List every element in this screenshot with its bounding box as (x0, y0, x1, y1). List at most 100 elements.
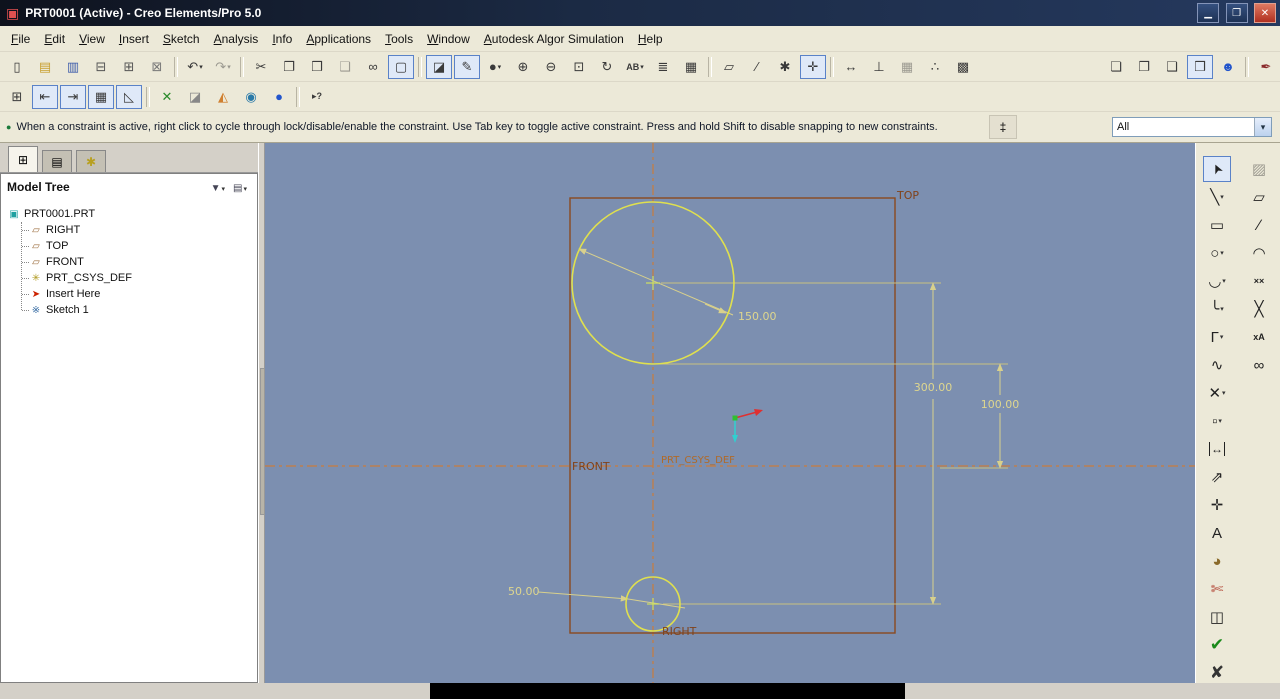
tree-settings-icon[interactable]: ▤▾ (229, 181, 251, 196)
disp-vertices-icon[interactable]: ∴ (922, 55, 948, 79)
snap-horizontal-icon[interactable]: ⇤ (32, 85, 58, 109)
flyout-arrow-icon[interactable]: ▾ (1220, 305, 1224, 313)
menu-edit[interactable]: Edit (37, 29, 72, 49)
flyout-arrow-icon[interactable]: ▾ (498, 63, 502, 71)
arc-tool-icon[interactable]: ◡▾ (1203, 268, 1231, 294)
window-cascade-icon[interactable]: ❏ (1103, 55, 1129, 79)
menu-help[interactable]: Help (631, 29, 670, 49)
mirror-tool-icon[interactable]: ◫ (1203, 604, 1231, 630)
constrain-tool-icon[interactable]: ✛ (1203, 492, 1231, 518)
favorites-tab[interactable]: ✱ (76, 150, 106, 172)
menu-analysis[interactable]: Analysis (207, 29, 266, 49)
dim-150-leader[interactable] (579, 249, 733, 315)
tree-item-front[interactable]: ▱FRONT (15, 254, 257, 270)
paste-icon[interactable]: ❒ (304, 55, 330, 79)
csys-origin-icon[interactable] (733, 416, 738, 421)
find-icon[interactable]: ∞ (360, 55, 386, 79)
text-tool-icon[interactable]: A (1203, 520, 1231, 546)
flyout-arrow-icon[interactable]: ▾ (640, 63, 644, 71)
message-log-icon[interactable]: ‡ (989, 115, 1017, 139)
eraser-icon[interactable]: ◪ (182, 85, 208, 109)
close-button[interactable]: ✕ (1254, 3, 1276, 23)
window-activate-icon[interactable]: ❒ (1187, 55, 1213, 79)
grid-settings-icon[interactable]: ▦ (88, 85, 114, 109)
select-box-icon[interactable]: ▢ (388, 55, 414, 79)
trim-tool-icon[interactable]: ✄ (1203, 576, 1231, 602)
view-manager-icon[interactable]: ▦ (678, 55, 704, 79)
flyout-arrow-icon[interactable]: ▾ (199, 63, 203, 71)
dim-50-value[interactable]: 50.00 (508, 585, 540, 598)
tree-item-prt-csys-def[interactable]: ✳PRT_CSYS_DEF (15, 270, 257, 286)
zoom-fit-icon[interactable]: ⊡ (566, 55, 592, 79)
select-tool-icon[interactable]: ➤ (1203, 156, 1231, 182)
flyout-arrow-icon[interactable]: ▾ (243, 185, 247, 193)
done-button-icon[interactable]: ✔ (1203, 632, 1231, 658)
flyout-arrow-icon[interactable]: ▾ (1220, 249, 1224, 257)
model-tree-toggle-icon[interactable]: ⊞ (4, 85, 30, 109)
shade-closed-loops-icon[interactable]: ▩ (950, 55, 976, 79)
context-help-icon[interactable]: ▸? (304, 85, 330, 109)
axis-point-tool-icon[interactable]: xA (1245, 324, 1273, 350)
grid-snap-icon[interactable]: ◺ (116, 85, 142, 109)
cut-icon[interactable]: ✂ (248, 55, 274, 79)
coordinate-system-tool-icon[interactable]: ▫▾ (1203, 408, 1231, 434)
menu-file[interactable]: File (4, 29, 37, 49)
menu-info[interactable]: Info (265, 29, 299, 49)
centerline-tool-icon[interactable]: ╳ (1245, 296, 1273, 322)
menu-sketch[interactable]: Sketch (156, 29, 207, 49)
dim-100-value[interactable]: 100.00 (981, 398, 1020, 411)
redo-icon[interactable]: ↷▾ (210, 55, 236, 79)
conic-tool-icon[interactable]: ◠ (1245, 240, 1273, 266)
window-tile-icon[interactable]: ❐ (1131, 55, 1157, 79)
spline-tool-icon[interactable]: ∿ (1203, 352, 1231, 378)
tree-item-prt0001[interactable]: ▣PRT0001.PRT (7, 206, 257, 222)
open-file-icon[interactable]: ▤ (32, 55, 58, 79)
saved-views-icon[interactable]: AB▾ (622, 55, 648, 79)
disp-constraints-icon[interactable]: ⊥ (866, 55, 892, 79)
user-session-icon[interactable]: ☻ (1215, 55, 1241, 79)
dim-300-value[interactable]: 300.00 (914, 381, 953, 394)
model-tree-tab[interactable]: ⊞ (8, 146, 38, 172)
flyout-arrow-icon[interactable]: ▾ (227, 63, 231, 71)
parallelogram-tool-icon[interactable]: ▱ (1245, 184, 1273, 210)
disp-dimensions-icon[interactable]: ↔ (838, 55, 864, 79)
menu-view[interactable]: View (72, 29, 112, 49)
flyout-arrow-icon[interactable]: ▾ (1222, 389, 1226, 397)
line-tool-icon[interactable]: ╲▾ (1203, 184, 1231, 210)
paste-special-icon[interactable]: ❑ (332, 55, 358, 79)
chamfer-tool-icon[interactable]: Γ▾ (1203, 324, 1231, 350)
folder-browser-tab[interactable]: ▤ (42, 150, 72, 172)
flyout-arrow-icon[interactable]: ▾ (1220, 193, 1224, 201)
window-close-icon[interactable]: ❑ (1159, 55, 1185, 79)
flyout-arrow-icon[interactable]: ▾ (1222, 277, 1226, 285)
zoom-out-icon[interactable]: ⊖ (538, 55, 564, 79)
disp-grid-icon[interactable]: ▦ (894, 55, 920, 79)
palette-tool-icon[interactable]: ◕ (1203, 548, 1231, 574)
menu-tools[interactable]: Tools (378, 29, 420, 49)
new-file-icon[interactable]: ▯ (4, 55, 30, 79)
construction-toggle-icon[interactable]: ▨ (1245, 156, 1273, 182)
dimension-tool-icon[interactable]: ↔ (1203, 436, 1231, 462)
snap-vertical-icon[interactable]: ⇥ (60, 85, 86, 109)
datum-csys-icon[interactable]: ✛ (800, 55, 826, 79)
flyout-arrow-icon[interactable]: ▾ (222, 185, 226, 193)
flyout-arrow-icon[interactable]: ▾ (1218, 417, 1222, 425)
point-tool-icon[interactable]: ✕▾ (1203, 380, 1231, 406)
dim-150-value[interactable]: 150.00 (738, 310, 777, 323)
tree-item-top[interactable]: ▱TOP (15, 238, 257, 254)
print-icon[interactable]: ⊟ (88, 55, 114, 79)
sketcher-diagnostics-icon[interactable]: ✒ (1253, 55, 1279, 79)
rectangle-tool-icon[interactable]: ▭ (1203, 212, 1231, 238)
appearance-editor-icon[interactable]: ✕ (154, 85, 180, 109)
points-tool-icon[interactable]: ×× (1245, 268, 1273, 294)
datum-axes-icon[interactable]: ∕ (744, 55, 770, 79)
menu-applications[interactable]: Applications (299, 29, 378, 49)
use-edge-tool-icon[interactable]: ∞ (1245, 352, 1273, 378)
menu-insert[interactable]: Insert (112, 29, 156, 49)
publish-icon[interactable]: ⊠ (144, 55, 170, 79)
minimize-button[interactable]: ▁ (1197, 3, 1219, 23)
datum-points-icon[interactable]: ✱ (772, 55, 798, 79)
sketch-view-icon[interactable]: ◪ (426, 55, 452, 79)
tree-filter-icon[interactable]: ▼▾ (207, 181, 229, 196)
reorient-icon[interactable]: ↻ (594, 55, 620, 79)
